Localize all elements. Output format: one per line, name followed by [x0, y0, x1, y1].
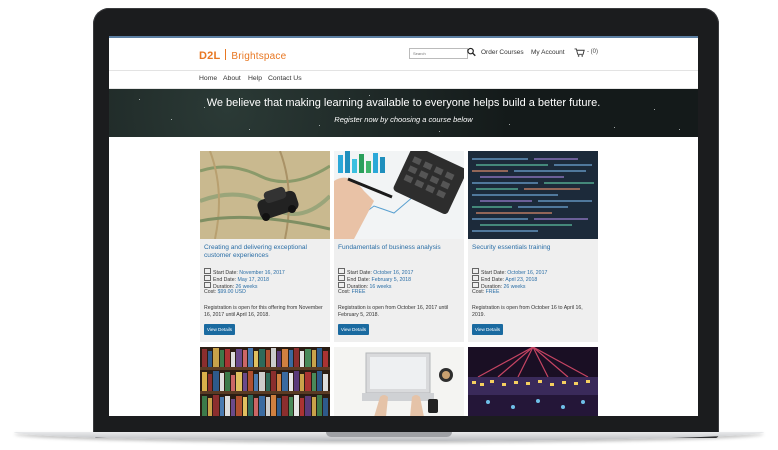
nav-home[interactable]: Home [199, 75, 217, 82]
search-icon[interactable] [467, 47, 476, 57]
course-title[interactable]: Security essentials training [472, 244, 592, 252]
calendar-icon [472, 268, 479, 274]
registration-text: Registration is open for this offering f… [204, 305, 323, 318]
cost-value: FREE [351, 289, 366, 295]
search-input[interactable]: Search [409, 48, 468, 59]
clock-icon [204, 282, 211, 288]
logo-mark: D2L [199, 50, 221, 62]
nav-about[interactable]: About [223, 75, 241, 82]
course-title[interactable]: Creating and delivering exceptional cust… [204, 244, 324, 260]
calendar-icon [472, 275, 479, 281]
view-details-button[interactable]: View Details [338, 324, 369, 335]
clock-icon [472, 282, 479, 288]
view-details-button[interactable]: View Details [204, 324, 235, 335]
course-image-bookshelf[interactable] [200, 347, 330, 416]
course-image-calculator[interactable] [334, 151, 464, 239]
site-header: D2L Brightspace Search Order Courses My A… [109, 38, 698, 71]
course-image-laptop[interactable] [334, 347, 464, 416]
logo-divider [225, 49, 227, 60]
secondary-nav: Home About Help Contact Us [109, 71, 698, 89]
registration-text: Registration is open from October 16, 20… [338, 305, 449, 318]
course-image-code[interactable] [468, 151, 598, 239]
laptop-notch [326, 432, 452, 437]
course-image-map[interactable] [200, 151, 330, 239]
calendar-icon [204, 268, 211, 274]
course-image-stadium[interactable] [468, 347, 598, 416]
calendar-icon [204, 275, 211, 281]
order-courses-link[interactable]: Order Courses [481, 49, 524, 56]
brightspace-logo[interactable]: D2L Brightspace [199, 49, 286, 62]
course-cost: Cost: FREE [472, 289, 596, 296]
browser-screen: D2L Brightspace Search Order Courses My A… [109, 36, 698, 416]
course-title[interactable]: Fundamentals of business analysis [338, 244, 458, 252]
cart-count: - (0) [587, 49, 598, 55]
logo-name: Brightspace [231, 51, 287, 62]
cost-value: $99.00 USD [217, 289, 246, 295]
view-details-button[interactable]: View Details [472, 324, 503, 335]
hero-banner: We believe that making learning availabl… [109, 89, 698, 137]
course-cost: Cost: $99.00 USD [204, 289, 328, 296]
course-card[interactable]: Fundamentals of business analysis Start … [334, 151, 464, 342]
nav-contact-us[interactable]: Contact Us [268, 75, 302, 82]
clock-icon [338, 282, 345, 288]
calendar-icon [338, 268, 345, 274]
calendar-icon [338, 275, 345, 281]
course-card[interactable]: Security essentials training Start Date:… [468, 151, 598, 342]
cost-label: Cost: [338, 289, 351, 295]
hero-subtitle: Register now by choosing a course below [334, 115, 473, 124]
course-card[interactable]: Creating and delivering exceptional cust… [200, 151, 330, 342]
nav-help[interactable]: Help [248, 75, 262, 82]
registration-text: Registration is open from October 16 to … [472, 305, 583, 318]
cost-value: FREE [485, 289, 500, 295]
cost-label: Cost: [204, 289, 217, 295]
hero-title: We believe that making learning availabl… [206, 97, 601, 109]
cart-icon[interactable] [574, 48, 585, 57]
cost-label: Cost: [472, 289, 485, 295]
course-cost: Cost: FREE [338, 289, 462, 296]
my-account-link[interactable]: My Account [531, 49, 565, 56]
